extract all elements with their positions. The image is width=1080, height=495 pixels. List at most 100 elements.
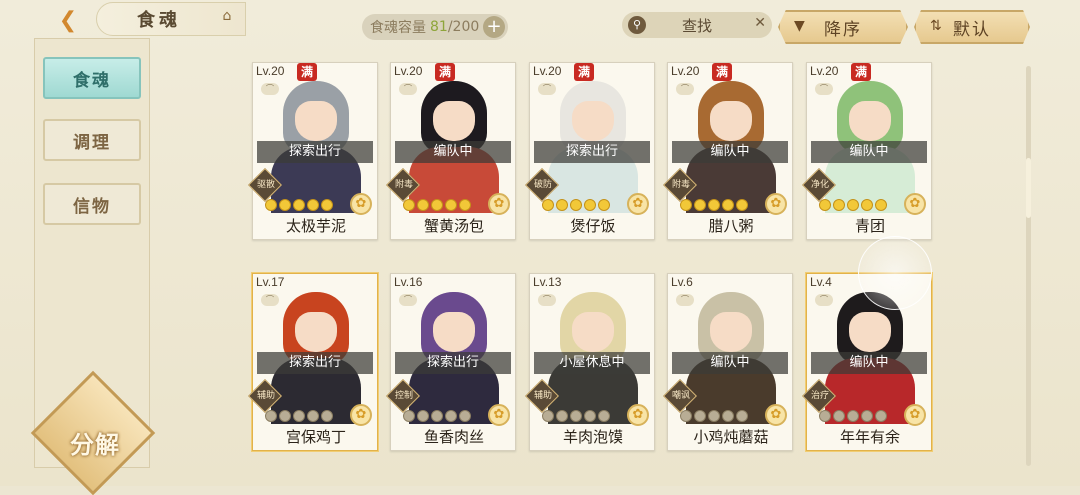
food-soul-card[interactable]: Lv.20 满 ⌒ 探索出行 破防 ✿ 煲仔饭	[525, 62, 655, 240]
food-soul-card[interactable]: Lv.20 满 ⌒ 探索出行 驱散 ✿ 太极芋泥	[248, 62, 378, 240]
capacity-current: 81	[430, 19, 448, 35]
star-icon	[708, 199, 720, 211]
title-ornament-icon: ⌂	[222, 8, 232, 24]
decompose-label: 分解	[70, 431, 120, 459]
flower-icon: ✿	[904, 404, 926, 426]
star-icon	[417, 199, 429, 211]
scrollbar-thumb[interactable]	[1026, 158, 1031, 218]
star-icon	[694, 410, 706, 422]
star-rating	[403, 199, 471, 213]
sidebar-item-cooking[interactable]: 调理	[43, 119, 141, 161]
star-icon	[819, 410, 831, 422]
star-icon	[293, 199, 305, 211]
star-icon	[321, 410, 333, 422]
scrollbar-track[interactable]	[1026, 66, 1031, 466]
status-banner: 编队中	[811, 352, 927, 374]
star-icon	[321, 199, 333, 211]
portrait-face	[710, 101, 752, 141]
sidebar-item-food-souls[interactable]: 食魂	[43, 57, 141, 99]
capacity-label: 食魂容量	[370, 20, 426, 36]
chat-bubble-icon: ⌒	[676, 294, 694, 306]
level-label: Lv.20	[394, 64, 423, 78]
type-label: 破防	[533, 180, 552, 190]
type-label: 驱散	[256, 180, 275, 190]
max-level-badge: 满	[574, 63, 594, 81]
star-icon	[445, 410, 457, 422]
sort-label: 降序	[824, 19, 862, 40]
search-bar[interactable]: ⚲ 查找 ✕	[622, 12, 772, 38]
level-label: Lv.20	[810, 64, 839, 78]
chat-bubble-icon: ⌒	[676, 83, 694, 95]
star-icon	[542, 410, 554, 422]
star-icon	[722, 199, 734, 211]
default-sort-button[interactable]: ⇅ 默认	[914, 10, 1030, 44]
star-icon	[722, 410, 734, 422]
status-banner: 编队中	[672, 141, 788, 163]
star-icon	[307, 199, 319, 211]
flower-icon: ✿	[488, 404, 510, 426]
star-icon	[694, 199, 706, 211]
type-label: 辅助	[533, 391, 552, 401]
star-icon	[431, 199, 443, 211]
food-soul-card[interactable]: Lv.16 ⌒ 探索出行 控制 ✿ 鱼香肉丝	[386, 273, 516, 451]
back-arrow-icon[interactable]: ❮	[48, 4, 88, 36]
card-name: 宫保鸡丁	[285, 428, 346, 446]
max-level-badge: 满	[297, 63, 317, 81]
status-banner: 探索出行	[534, 141, 650, 163]
star-rating	[542, 199, 610, 213]
level-label: Lv.20	[533, 64, 562, 78]
capacity-max: /200	[447, 19, 480, 35]
flower-icon: ✿	[627, 193, 649, 215]
star-icon	[417, 410, 429, 422]
chat-bubble-icon: ⌒	[399, 83, 417, 95]
type-label: 附毒	[394, 180, 413, 190]
portrait-face	[572, 101, 614, 141]
star-icon	[556, 410, 568, 422]
star-icon	[598, 410, 610, 422]
card-name: 蟹黄汤包	[423, 217, 484, 235]
star-icon	[403, 199, 415, 211]
star-icon	[431, 410, 443, 422]
clear-icon[interactable]: ✕	[754, 15, 766, 31]
type-label: 净化	[810, 180, 829, 190]
sidebar: 食魂 调理 信物 分解	[30, 38, 156, 495]
capacity-plus-button[interactable]: +	[483, 16, 505, 38]
portrait-face	[433, 101, 475, 141]
star-icon	[847, 199, 859, 211]
food-soul-card[interactable]: Lv.20 满 ⌒ 编队中 净化 ✿ 青团	[802, 62, 932, 240]
level-label: Lv.20	[256, 64, 285, 78]
star-icon	[279, 410, 291, 422]
type-label: 治疗	[810, 391, 829, 401]
star-icon	[265, 199, 277, 211]
capacity-display: 食魂容量 81 /200 +	[362, 14, 508, 40]
food-soul-card[interactable]: Lv.20 满 ⌒ 编队中 附毒 ✿ 蟹黄汤包	[386, 62, 516, 240]
food-soul-card[interactable]: Lv.6 ⌒ 编队中 嘲讽 ✿ 小鸡炖蘑菇	[663, 273, 793, 451]
star-icon	[584, 199, 596, 211]
food-soul-card[interactable]: Lv.17 ⌒ 探索出行 辅助 ✿ 宫保鸡丁	[248, 273, 378, 451]
level-label: Lv.13	[533, 275, 562, 289]
star-icon	[570, 410, 582, 422]
status-banner: 探索出行	[257, 141, 373, 163]
status-banner: 编队中	[672, 352, 788, 374]
chat-bubble-icon: ⌒	[261, 294, 279, 306]
star-icon	[556, 199, 568, 211]
card-name: 鱼香肉丝	[423, 428, 484, 446]
level-label: Lv.4	[810, 275, 832, 289]
chat-bubble-icon: ⌒	[815, 83, 833, 95]
food-soul-card[interactable]: Lv.13 ⌒ 小屋休息中 辅助 ✿ 羊肉泡馍	[525, 273, 655, 451]
chat-bubble-icon: ⌒	[399, 294, 417, 306]
star-icon	[459, 199, 471, 211]
flower-icon: ✿	[488, 193, 510, 215]
portrait-face	[572, 312, 614, 352]
food-soul-card[interactable]: Lv.20 满 ⌒ 编队中 附毒 ✿ 腊八粥	[663, 62, 793, 240]
flower-icon: ✿	[765, 193, 787, 215]
star-icon	[459, 410, 471, 422]
sparkle-effect	[858, 236, 932, 310]
sidebar-item-tokens[interactable]: 信物	[43, 183, 141, 225]
star-rating	[403, 410, 471, 424]
sort-order-button[interactable]: ▼ 降序	[778, 10, 908, 44]
flower-icon: ✿	[627, 404, 649, 426]
status-banner: 探索出行	[257, 352, 373, 374]
level-label: Lv.17	[256, 275, 285, 289]
card-name: 腊八粥	[708, 217, 754, 235]
